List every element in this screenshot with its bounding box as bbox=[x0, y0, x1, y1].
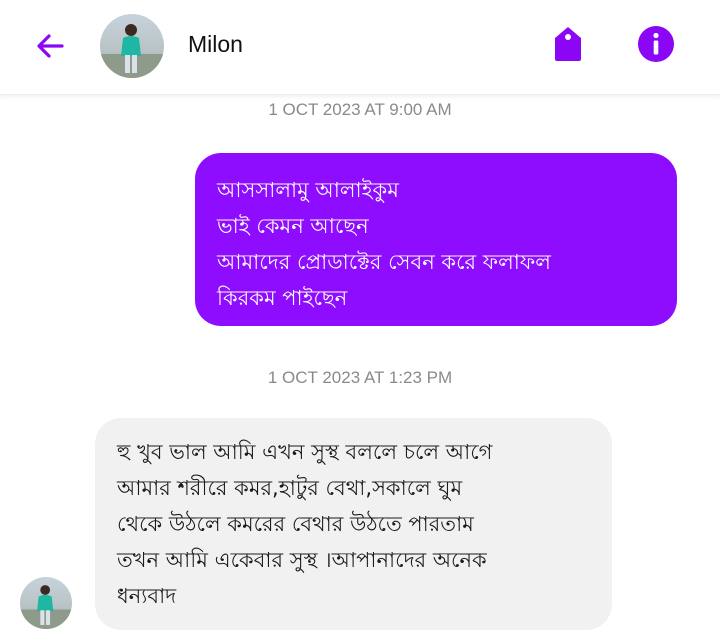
contact-avatar[interactable] bbox=[100, 14, 164, 78]
avatar-photo bbox=[20, 585, 72, 629]
outgoing-message-bubble[interactable]: আসসালামু আলাইকুম ভাই কেমন আছেন আমাদের প্… bbox=[195, 153, 677, 326]
info-icon[interactable] bbox=[637, 25, 675, 63]
message-timestamp: 1 OCT 2023 AT 9:00 AM bbox=[268, 100, 452, 119]
message-timestamp: 1 OCT 2023 AT 1:23 PM bbox=[267, 368, 453, 387]
incoming-message-bubble[interactable]: হু খুব ভাল আমি এখন সুস্থ বললে চলে আগে আম… bbox=[95, 418, 612, 630]
chat-header: Milon bbox=[0, 0, 720, 95]
tag-icon[interactable] bbox=[552, 24, 584, 64]
sender-avatar[interactable] bbox=[20, 577, 72, 629]
back-arrow-icon[interactable] bbox=[30, 26, 70, 66]
avatar-photo bbox=[100, 24, 164, 78]
contact-name[interactable]: Milon bbox=[188, 31, 243, 58]
